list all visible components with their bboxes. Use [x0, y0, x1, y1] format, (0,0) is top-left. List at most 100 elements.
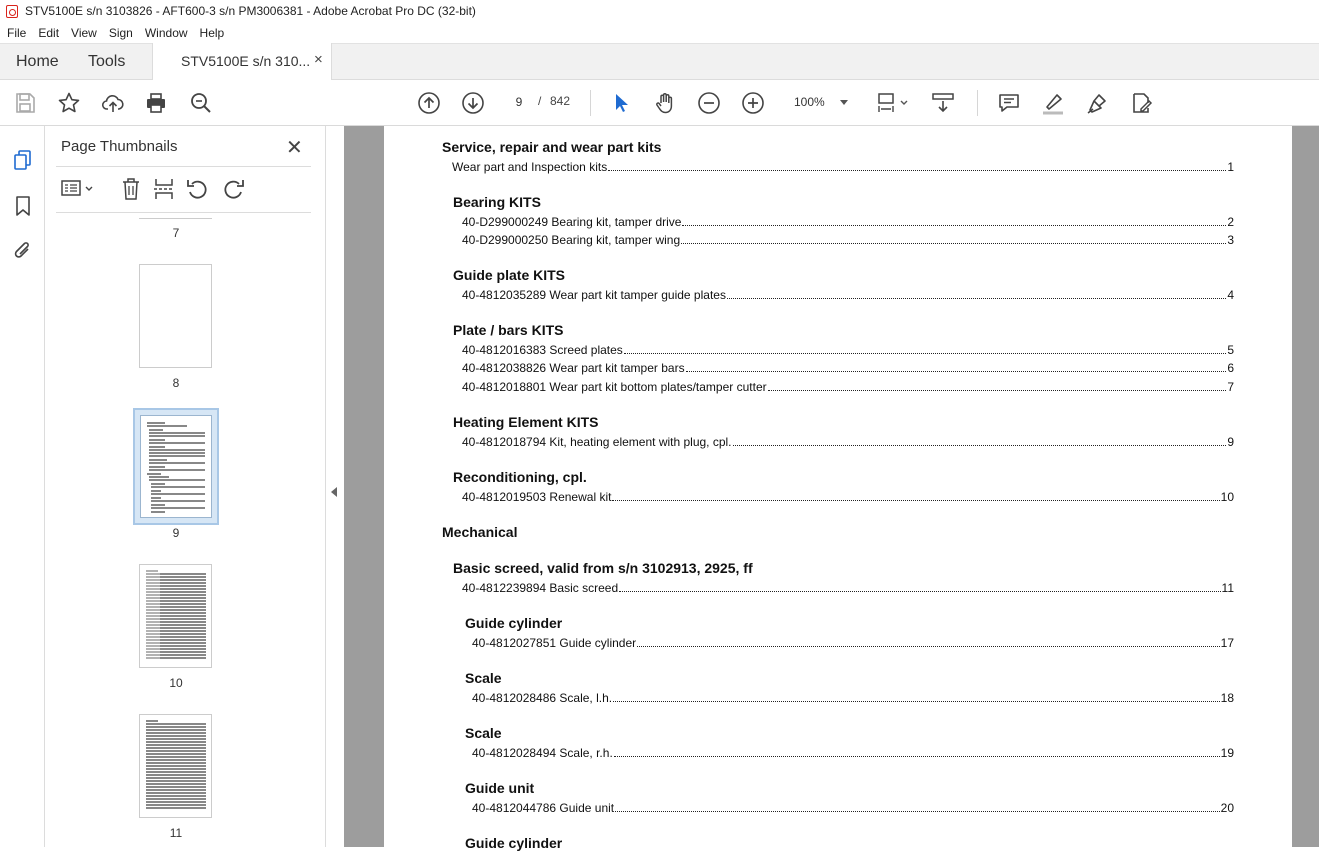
document-viewport[interactable]: Service, repair and wear part kits Wear p…: [344, 126, 1319, 851]
menu-bar: File Edit View Sign Window Help: [0, 22, 1319, 43]
toc-entry[interactable]: 40-4812044786 Guide unit 20: [472, 799, 1234, 815]
toc-page-number: 7: [1227, 380, 1234, 394]
page-thumbnails-icon[interactable]: [11, 148, 35, 172]
toc-entry[interactable]: Wear part and Inspection kits 1: [452, 158, 1234, 174]
divider: [56, 166, 311, 167]
toc-heading: Scale: [465, 670, 502, 686]
toc-entry[interactable]: 40-4812018801 Wear part kit bottom plate…: [462, 378, 1234, 394]
menu-help[interactable]: Help: [200, 26, 225, 40]
toc-page-number: 5: [1227, 343, 1234, 357]
toc-entry[interactable]: 40-4812019503 Renewal kit 10: [462, 488, 1234, 504]
rotate-clockwise-icon[interactable]: [220, 176, 246, 202]
select-cursor-icon[interactable]: [609, 91, 633, 115]
page-thumbnail-9[interactable]: [133, 408, 219, 525]
page-thumbnail-7[interactable]: [139, 214, 212, 219]
toc-dot-leader: [732, 445, 1227, 446]
page-thumbnail-11[interactable]: [139, 714, 212, 818]
close-tab-icon[interactable]: ×: [314, 51, 323, 68]
zoom-level-select[interactable]: 100%: [786, 91, 856, 114]
save-icon[interactable]: [13, 91, 37, 115]
scroll-mode-icon[interactable]: [931, 91, 955, 115]
tab-home[interactable]: Home: [16, 53, 59, 71]
panel-title: Page Thumbnails: [61, 138, 178, 155]
collapse-panel-arrow-icon[interactable]: [331, 487, 337, 497]
toc-dot-leader: [726, 298, 1227, 299]
extract-pages-icon[interactable]: [151, 176, 177, 202]
current-page-input[interactable]: 9: [506, 92, 532, 113]
toolbar-divider: [590, 90, 591, 116]
rotate-counterclockwise-icon[interactable]: [185, 176, 211, 202]
edit-pdf-icon[interactable]: [1129, 91, 1153, 115]
menu-file[interactable]: File: [7, 26, 26, 40]
panel-splitter[interactable]: [325, 126, 344, 847]
delete-page-icon[interactable]: [118, 176, 144, 202]
menu-window[interactable]: Window: [145, 26, 188, 40]
toc-entry-title: 40-4812035289 Wear part kit tamper guide…: [462, 288, 726, 302]
previous-page-icon[interactable]: [417, 91, 441, 115]
thumbnail-page-number: 8: [172, 376, 180, 390]
comment-icon[interactable]: [997, 91, 1021, 115]
toc-entry[interactable]: 40-4812018794 Kit, heating element with …: [462, 433, 1234, 449]
menu-sign[interactable]: Sign: [109, 26, 133, 40]
thumbnail-page-number: 11: [169, 826, 183, 840]
left-navigation-rail: [0, 126, 45, 847]
toc-entry[interactable]: 40-D299000250 Bearing kit, tamper wing 3: [462, 231, 1234, 247]
bookmarks-icon[interactable]: [11, 194, 35, 218]
toc-entry[interactable]: 40-4812239894 Basic screed 11: [462, 579, 1234, 595]
total-pages: 842: [550, 94, 571, 108]
thumbnail-toolbar: [46, 176, 325, 204]
toc-entry-title: 40-4812018794 Kit, heating element with …: [462, 435, 732, 449]
highlight-pen-icon[interactable]: [1041, 91, 1065, 115]
toc-entry[interactable]: 40-D299000249 Bearing kit, tamper drive 2: [462, 213, 1234, 229]
toc-entry-title: 40-4812016383 Screed plates: [462, 343, 623, 357]
toc-entry[interactable]: 40-4812027851 Guide cylinder 17: [472, 634, 1234, 650]
attachments-paperclip-icon[interactable]: [11, 239, 35, 263]
toc-page-number: 11: [1221, 581, 1234, 595]
toc-dot-leader: [613, 756, 1220, 757]
toc-entry[interactable]: 40-4812035289 Wear part kit tamper guide…: [462, 286, 1234, 302]
thumbnail-page-image: [140, 415, 212, 518]
page-thumbnail-8[interactable]: [139, 264, 212, 368]
sign-pen-icon[interactable]: [1085, 91, 1109, 115]
toc-entry[interactable]: 40-4812016383 Screed plates 5: [462, 341, 1234, 357]
thumbnail-page-number: 7: [172, 226, 180, 240]
toc-page-number: 20: [1220, 801, 1234, 815]
page-thumbnails-panel: Page Thumbnails ✕ 7 8 9 10 11: [46, 126, 364, 847]
toolbar-divider: [977, 90, 978, 116]
zoom-in-icon[interactable]: [741, 91, 765, 115]
toc-entry-title: 40-4812027851 Guide cylinder: [472, 636, 637, 650]
toc-page-number: 18: [1220, 691, 1234, 705]
close-panel-icon[interactable]: ✕: [286, 135, 303, 160]
next-page-icon[interactable]: [461, 91, 485, 115]
page-thumbnail-10[interactable]: [139, 564, 212, 668]
window-title: STV5100E s/n 3103826 - AFT600-3 s/n PM30…: [25, 4, 476, 18]
chevron-down-icon: [840, 100, 848, 105]
toolbar: 9 / 842 100%: [0, 80, 1319, 126]
thumbnail-page-number: 10: [169, 676, 183, 690]
toc-entry-title: 40-D299000249 Bearing kit, tamper drive: [462, 215, 682, 229]
toc-entry[interactable]: 40-4812028494 Scale, r.h. 19: [472, 744, 1234, 760]
toc-entry[interactable]: 40-4812038826 Wear part kit tamper bars 6: [462, 359, 1234, 375]
bookmark-star-icon[interactable]: [57, 91, 81, 115]
thumbnail-list: 7 8 9 10 11: [46, 214, 304, 847]
toc-dot-leader: [682, 225, 1227, 226]
menu-edit[interactable]: Edit: [38, 26, 59, 40]
print-icon[interactable]: [144, 91, 168, 115]
tab-document[interactable]: STV5100E s/n 310... ×: [152, 43, 332, 81]
toc-dot-leader: [623, 353, 1227, 354]
options-menu-icon[interactable]: [60, 176, 94, 202]
toc-dot-leader: [685, 371, 1227, 372]
search-zoom-icon[interactable]: [189, 91, 213, 115]
toc-heading: Guide cylinder: [465, 835, 563, 851]
hand-tool-icon[interactable]: [653, 91, 677, 115]
toc-dot-leader: [637, 646, 1220, 647]
page-fit-icon[interactable]: [876, 91, 912, 115]
toc-entry[interactable]: 40-4812028486 Scale, l.h. 18: [472, 689, 1234, 705]
menu-view[interactable]: View: [71, 26, 97, 40]
toc-page-number: 19: [1220, 746, 1234, 760]
upload-cloud-icon[interactable]: [101, 91, 125, 115]
tab-bar: Home Tools STV5100E s/n 310... ×: [0, 43, 1319, 81]
toc-entry-title: 40-4812044786 Guide unit: [472, 801, 615, 815]
tab-tools[interactable]: Tools: [88, 53, 125, 71]
zoom-out-icon[interactable]: [697, 91, 721, 115]
